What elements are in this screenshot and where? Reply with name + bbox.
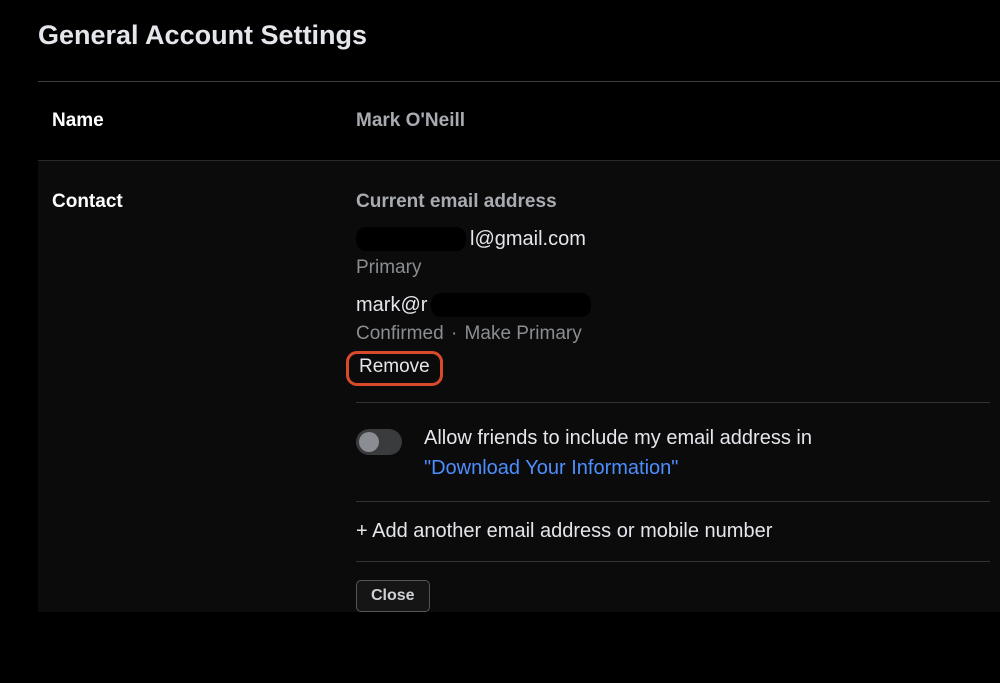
confirmed-status: Confirmed <box>356 323 444 344</box>
download-info-toggle-label: Allow friends to include my email addres… <box>424 423 812 483</box>
contact-content: Current email address l@gmail.com Primar… <box>356 191 1000 612</box>
contact-label: Contact <box>52 191 356 612</box>
email-block-primary: l@gmail.com Primary <box>356 227 990 279</box>
remove-highlight: Remove <box>346 351 443 386</box>
toggle-text-before: Allow friends to include my email addres… <box>424 427 812 449</box>
remove-link[interactable]: Remove <box>359 357 430 376</box>
name-label: Name <box>52 110 356 132</box>
download-info-toggle-row: Allow friends to include my email addres… <box>356 419 990 485</box>
make-primary-link[interactable]: Make Primary <box>465 323 582 344</box>
settings-body: Name Mark O'Neill Contact Current email … <box>38 81 1000 612</box>
add-contact-link[interactable]: + Add another email address or mobile nu… <box>356 518 990 545</box>
secondary-email-prefix: mark@r <box>356 294 427 317</box>
divider <box>356 561 990 562</box>
close-button[interactable]: Close <box>356 580 430 612</box>
primary-badge: Primary <box>356 257 990 279</box>
contact-row: Contact Current email address l@gmail.co… <box>38 161 1000 612</box>
name-value: Mark O'Neill <box>356 110 1000 132</box>
secondary-status-line: Confirmed · Make Primary <box>356 323 990 345</box>
secondary-email-line: mark@r <box>356 293 990 317</box>
divider <box>356 501 990 502</box>
primary-email-suffix: l@gmail.com <box>470 228 586 251</box>
download-your-information-link[interactable]: "Download Your Information" <box>424 457 678 479</box>
divider <box>356 402 990 403</box>
primary-email-line: l@gmail.com <box>356 227 990 251</box>
email-block-secondary: mark@r Confirmed · Make Primary Remove <box>356 293 990 386</box>
download-info-toggle[interactable] <box>356 429 402 455</box>
name-row[interactable]: Name Mark O'Neill <box>38 82 1000 161</box>
page-title: General Account Settings <box>38 20 1000 51</box>
contact-section-header: Current email address <box>356 191 990 213</box>
redacted-icon <box>431 293 591 317</box>
separator-dot: · <box>449 323 459 344</box>
toggle-knob-icon <box>359 432 379 452</box>
redacted-icon <box>356 227 466 251</box>
